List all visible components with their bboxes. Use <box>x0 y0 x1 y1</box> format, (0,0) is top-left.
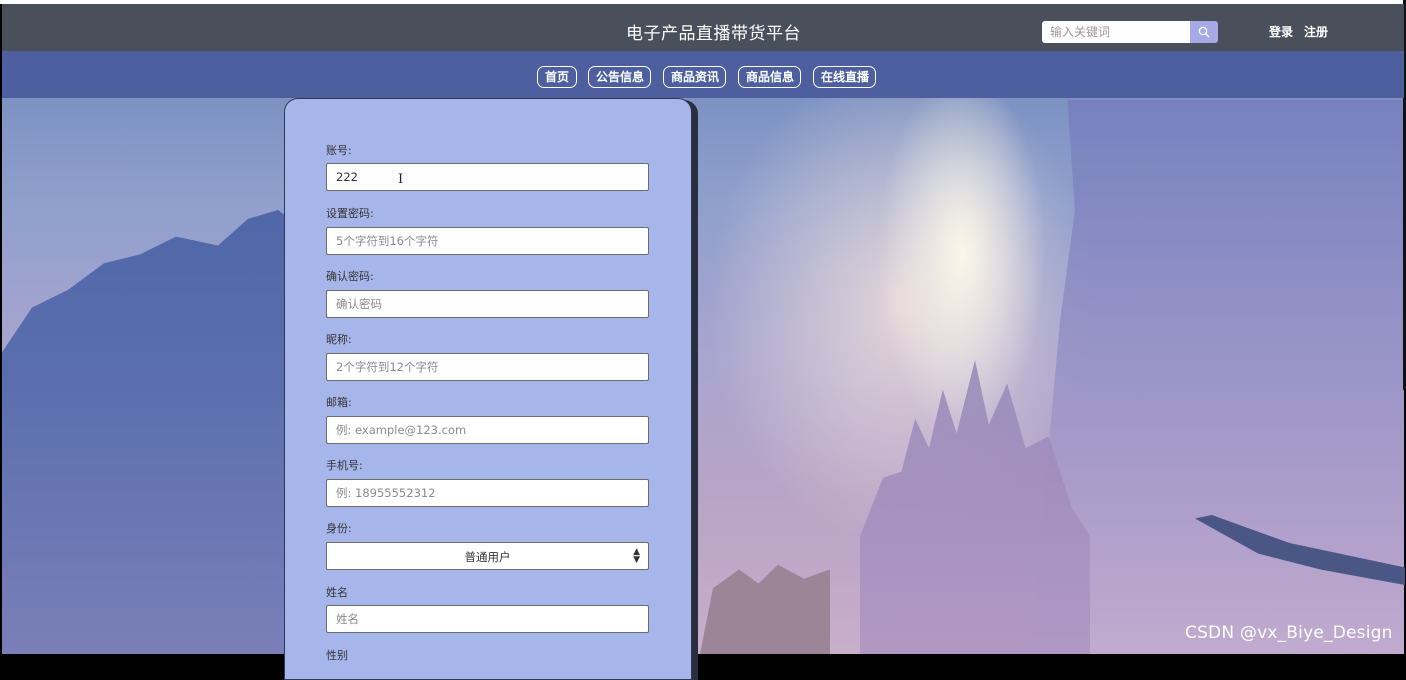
top-header: 电子产品直播带货平台 登录 注册 <box>2 4 1404 51</box>
search-icon <box>1198 26 1210 38</box>
nickname-input[interactable] <box>326 353 649 381</box>
email-input[interactable] <box>326 416 649 444</box>
gender-label: 性别 <box>326 649 348 662</box>
role-selected-value: 普通用户 <box>464 550 511 564</box>
phone-input[interactable] <box>326 479 649 507</box>
confirm-password-label: 确认密码: <box>326 270 374 283</box>
register-link[interactable]: 注册 <box>1304 23 1328 40</box>
password-input[interactable] <box>326 227 649 255</box>
main-nav: 首页 公告信息 商品资讯 商品信息 在线直播 <box>2 51 1404 98</box>
email-label: 邮箱: <box>326 396 352 409</box>
login-link[interactable]: 登录 <box>1269 23 1293 40</box>
phone-label: 手机号: <box>326 459 363 472</box>
text-cursor-icon: I <box>398 172 404 187</box>
password-label: 设置密码: <box>326 207 374 220</box>
nav-item-product-news[interactable]: 商品资讯 <box>663 66 726 88</box>
account-input[interactable] <box>326 163 649 191</box>
account-label: 账号: <box>326 144 352 157</box>
name-label: 姓名 <box>326 586 348 599</box>
role-select[interactable]: 普通用户 ▲ ▼ <box>326 542 649 570</box>
name-input[interactable] <box>326 605 649 633</box>
site-title: 电子产品直播带货平台 <box>626 24 801 44</box>
nickname-label: 昵称: <box>326 333 352 346</box>
search-input[interactable] <box>1042 21 1190 43</box>
watermark: CSDN @vx_Biye_Design <box>1185 623 1393 643</box>
role-label: 身份: <box>326 522 352 535</box>
select-arrows-icon: ▲ ▼ <box>633 547 640 565</box>
search-button[interactable] <box>1190 21 1218 43</box>
nav-item-live-stream[interactable]: 在线直播 <box>813 66 876 88</box>
nav-item-home[interactable]: 首页 <box>537 66 577 88</box>
register-panel: 账号: 设置密码: 确认密码: 昵称: 邮箱: 手机号: 身份: 普通用户 ▲▼… <box>284 98 692 680</box>
nav-item-product-info[interactable]: 商品信息 <box>738 66 801 88</box>
nav-item-announcements[interactable]: 公告信息 <box>588 66 651 88</box>
confirm-password-input[interactable] <box>326 290 649 318</box>
